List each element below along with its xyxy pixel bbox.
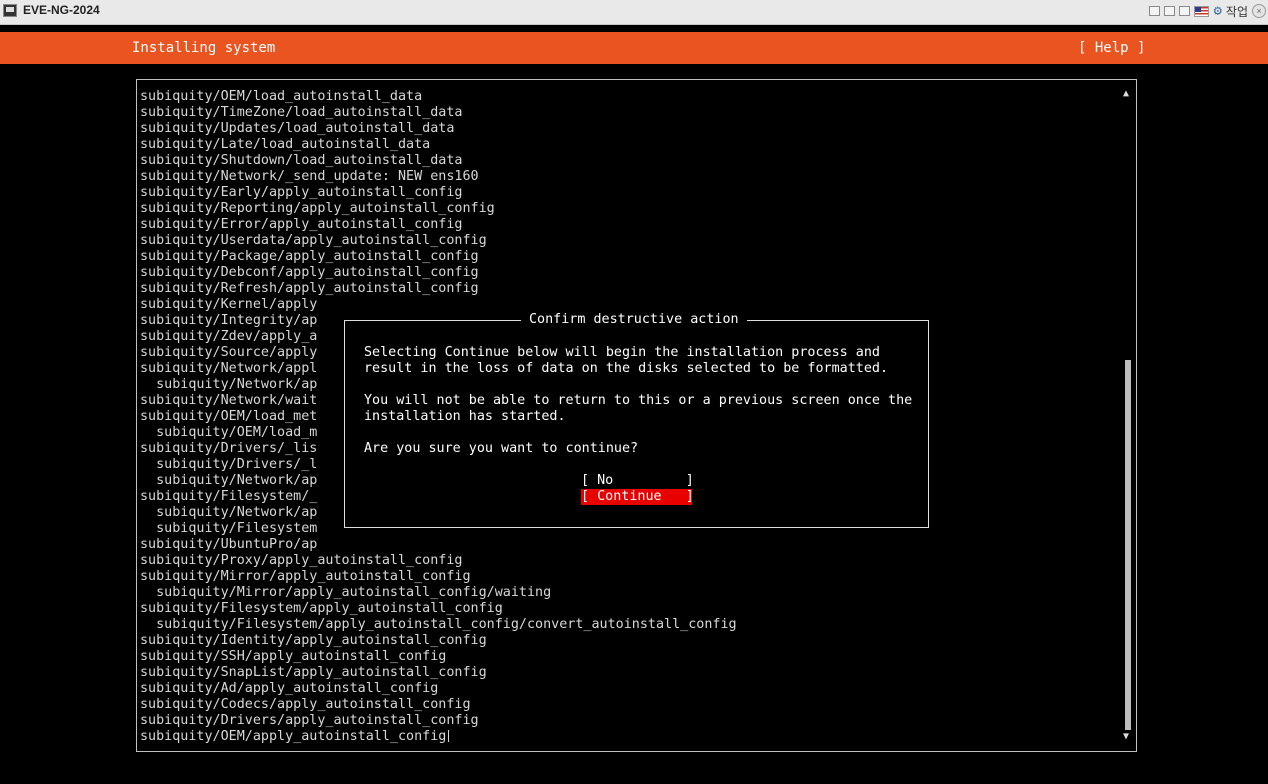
log-line: subiquity/Proxy/apply_autoinstall_config <box>140 553 1120 569</box>
log-line-text: subiquity/Package/apply_autoinstall_conf… <box>140 249 479 264</box>
log-line-text: subiquity/UbuntuPro/ap <box>140 537 318 552</box>
log-line-text: subiquity/Network/ap <box>140 473 318 488</box>
window-title: EVE-NG-2024 <box>23 3 100 17</box>
log-line-text: subiquity/Drivers/_lis <box>140 441 318 456</box>
log-line-text: subiquity/Source/apply <box>140 345 318 360</box>
dialog-text-line: installation has started. <box>364 409 566 424</box>
log-line-text: subiquity/Filesystem/apply_autoinstall_c… <box>140 601 503 616</box>
dialog-text-line: result in the loss of data on the disks … <box>364 361 889 376</box>
log-line-text: subiquity/Shutdown/load_autoinstall_data <box>140 153 463 168</box>
log-line-text: subiquity/Zdev/apply_a <box>140 329 318 344</box>
scroll-up-icon[interactable]: ▲ <box>1123 88 1129 100</box>
toolbar-box-icon[interactable] <box>1164 6 1176 16</box>
log-line-text: subiquity/OEM/load_autoinstall_data <box>140 89 423 104</box>
log-line: subiquity/Late/load_autoinstall_data <box>140 137 1120 153</box>
close-icon[interactable]: × <box>1252 4 1266 18</box>
dialog-text-line: Selecting Continue below will begin the … <box>364 345 880 360</box>
dialog-text-line: You will not be able to return to this o… <box>364 393 913 408</box>
us-flag-icon[interactable] <box>1194 5 1210 17</box>
toolbar-action-label[interactable]: 작업 <box>1226 3 1248 20</box>
log-line: subiquity/Error/apply_autoinstall_config <box>140 217 1120 233</box>
log-line: subiquity/Identity/apply_autoinstall_con… <box>140 633 1120 649</box>
dialog-title: Confirm destructive action <box>521 312 747 328</box>
window-icon <box>3 4 17 17</box>
log-line: subiquity/Mirror/apply_autoinstall_confi… <box>140 585 1120 601</box>
log-line: subiquity/OEM/apply_autoinstall_config <box>140 729 1120 745</box>
log-line: subiquity/Early/apply_autoinstall_config <box>140 185 1120 201</box>
log-line-text: subiquity/Codecs/apply_autoinstall_confi… <box>140 697 471 712</box>
scroll-down-icon[interactable]: ▼ <box>1123 731 1129 743</box>
log-line: subiquity/SnapList/apply_autoinstall_con… <box>140 665 1120 681</box>
log-line: subiquity/Codecs/apply_autoinstall_confi… <box>140 697 1120 713</box>
log-line-text: subiquity/SnapList/apply_autoinstall_con… <box>140 665 487 680</box>
scrollbar-thumb[interactable] <box>1125 360 1131 730</box>
log-scrollbar[interactable] <box>1125 102 1131 730</box>
log-line-text: subiquity/OEM/apply_autoinstall_config <box>140 729 447 744</box>
log-line-text: subiquity/Mirror/apply_autoinstall_confi… <box>140 585 552 600</box>
log-line: subiquity/Network/_send_update: NEW ens1… <box>140 169 1120 185</box>
log-line-text: subiquity/Ad/apply_autoinstall_config <box>140 681 439 696</box>
log-line-text: subiquity/Network/ap <box>140 505 318 520</box>
log-line: subiquity/Filesystem/apply_autoinstall_c… <box>140 617 1120 633</box>
toolbar-box-icon[interactable] <box>1179 6 1191 16</box>
log-line-text: subiquity/Error/apply_autoinstall_config <box>140 217 463 232</box>
dialog-question: Are you sure you want to continue? <box>364 441 639 456</box>
text-cursor <box>448 730 450 742</box>
log-line: subiquity/TimeZone/load_autoinstall_data <box>140 105 1120 121</box>
log-line-text: subiquity/Network/appl <box>140 361 318 376</box>
log-line: subiquity/Package/apply_autoinstall_conf… <box>140 249 1120 265</box>
log-line-text: subiquity/Mirror/apply_autoinstall_confi… <box>140 569 471 584</box>
log-line-text: subiquity/OEM/load_met <box>140 409 318 424</box>
log-line: subiquity/Mirror/apply_autoinstall_confi… <box>140 569 1120 585</box>
titlebar-controls: ⚙ 작업 × <box>1149 2 1266 20</box>
log-line: subiquity/UbuntuPro/ap <box>140 537 1120 553</box>
log-line-text: subiquity/Filesystem <box>140 521 318 536</box>
installer-header: Installing system [ Help ] <box>0 32 1268 64</box>
gear-icon[interactable]: ⚙ <box>1213 2 1221 20</box>
log-line-text: subiquity/SSH/apply_autoinstall_config <box>140 649 447 664</box>
window-titlebar: EVE-NG-2024 ⚙ 작업 × <box>0 0 1268 25</box>
log-line-text: subiquity/Refresh/apply_autoinstall_conf… <box>140 281 479 296</box>
log-line-text: subiquity/TimeZone/load_autoinstall_data <box>140 105 463 120</box>
no-button[interactable]: [ No ] <box>581 473 694 489</box>
confirm-dialog: Confirm destructive action Selecting Con… <box>344 312 929 528</box>
log-line-text: subiquity/Network/_send_update: NEW ens1… <box>140 169 479 184</box>
log-line-text: subiquity/Network/wait <box>140 393 318 408</box>
log-line: subiquity/Reporting/apply_autoinstall_co… <box>140 201 1120 217</box>
log-line-text: subiquity/Drivers/_l <box>140 457 318 472</box>
log-line: subiquity/Kernel/apply <box>140 297 1120 313</box>
log-line-text: subiquity/Debconf/apply_autoinstall_conf… <box>140 265 479 280</box>
log-line: subiquity/Ad/apply_autoinstall_config <box>140 681 1120 697</box>
log-line-text: subiquity/Proxy/apply_autoinstall_config <box>140 553 463 568</box>
log-line: subiquity/Filesystem/apply_autoinstall_c… <box>140 601 1120 617</box>
log-line: subiquity/Drivers/apply_autoinstall_conf… <box>140 713 1120 729</box>
log-line-text: subiquity/OEM/load_m <box>140 425 318 440</box>
log-line-text: subiquity/Identity/apply_autoinstall_con… <box>140 633 487 648</box>
log-line: subiquity/Shutdown/load_autoinstall_data <box>140 153 1120 169</box>
log-line-text: subiquity/Early/apply_autoinstall_config <box>140 185 463 200</box>
log-line: subiquity/Userdata/apply_autoinstall_con… <box>140 233 1120 249</box>
log-line: subiquity/SSH/apply_autoinstall_config <box>140 649 1120 665</box>
log-line-text: subiquity/Integrity/ap <box>140 313 318 328</box>
continue-button[interactable]: [ Continue ] <box>581 489 694 505</box>
log-line: subiquity/OEM/load_autoinstall_data <box>140 89 1120 105</box>
log-line-text: subiquity/Reporting/apply_autoinstall_co… <box>140 201 495 216</box>
log-line-text: subiquity/Late/load_autoinstall_data <box>140 137 431 152</box>
log-line-text: subiquity/Kernel/apply <box>140 297 318 312</box>
log-line: subiquity/Refresh/apply_autoinstall_conf… <box>140 281 1120 297</box>
log-line-text: subiquity/Userdata/apply_autoinstall_con… <box>140 233 487 248</box>
help-button[interactable]: [ Help ] <box>1078 40 1145 56</box>
log-line-text: subiquity/Drivers/apply_autoinstall_conf… <box>140 713 479 728</box>
log-line-text: subiquity/Updates/load_autoinstall_data <box>140 121 455 136</box>
log-line: subiquity/Debconf/apply_autoinstall_conf… <box>140 265 1120 281</box>
log-line: subiquity/Updates/load_autoinstall_data <box>140 121 1120 137</box>
log-line-text: subiquity/Network/ap <box>140 377 318 392</box>
page-title: Installing system <box>132 40 276 56</box>
toolbar-box-icon[interactable] <box>1149 6 1161 16</box>
log-line-text: subiquity/Filesystem/apply_autoinstall_c… <box>140 617 737 632</box>
log-line-text: subiquity/Filesystem/_ <box>140 489 318 504</box>
